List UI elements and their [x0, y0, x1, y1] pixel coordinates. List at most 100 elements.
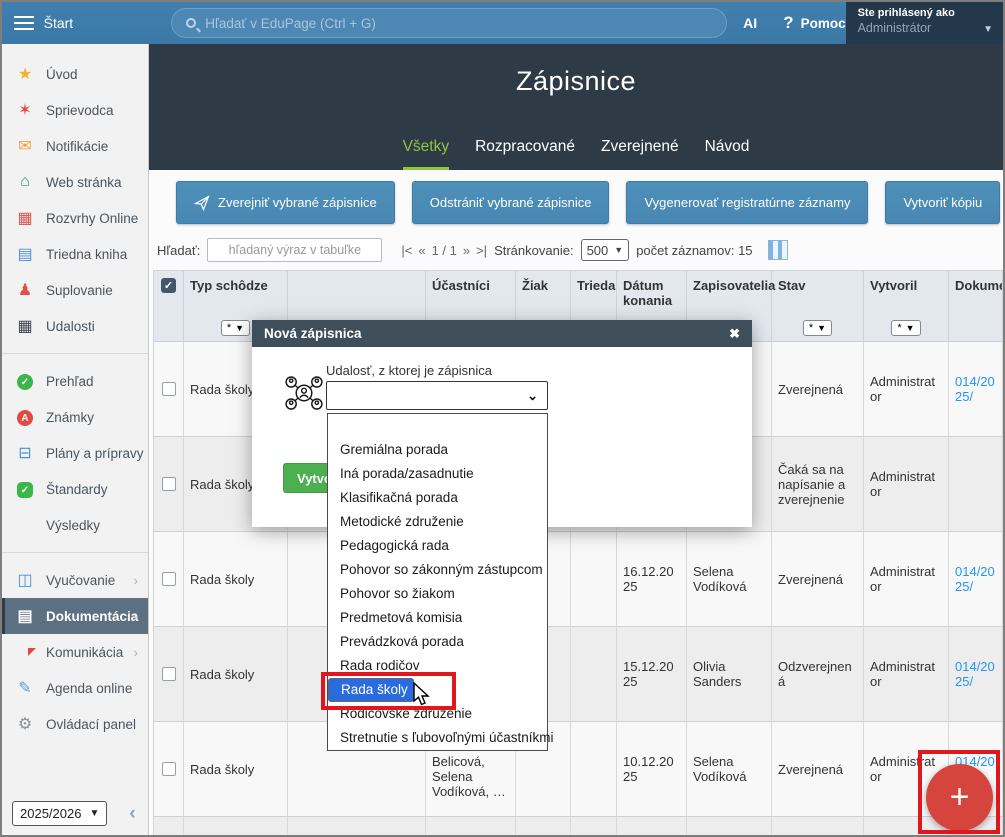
school-year-select[interactable]: 2025/2026▼	[12, 801, 107, 826]
table-row: Rada školy15.12.2025Olivia SandersOdzver…	[154, 627, 1003, 722]
tab-zverejnene[interactable]: Zverejnené	[601, 138, 679, 170]
event-type-option[interactable]: Metodické združenie	[328, 510, 547, 534]
sidebar-item-suplovanie[interactable]: ♟Suplovanie	[2, 272, 148, 308]
cell-trieda	[571, 627, 617, 722]
row-checkbox[interactable]	[162, 382, 176, 396]
event-type-option[interactable]: Rodičovské združenie	[328, 702, 547, 726]
pagination-first[interactable]: |<	[401, 243, 412, 258]
page-size-select[interactable]: 500▼	[581, 239, 630, 261]
filter-stav-select[interactable]: *▼	[803, 320, 832, 336]
chevron-down-icon: ⌄	[527, 388, 538, 404]
event-type-option[interactable]: Rada rodičov	[328, 654, 547, 678]
sidebar-item-rozvrhy[interactable]: ▦Rozvrhy Online	[2, 200, 148, 236]
agenda-pen-icon: ✎	[15, 678, 35, 698]
paging-label: Stránkovanie:	[494, 243, 574, 258]
sidebar-item-agenda[interactable]: ✎Agenda online	[2, 670, 148, 706]
event-type-option[interactable]: Stretnutie s ľubovoľnými účastníkmi	[328, 726, 547, 750]
sidebar-item-udalosti[interactable]: ▦Udalosti	[2, 308, 148, 344]
cell-ucastnici: Mária	[426, 817, 516, 835]
event-type-option[interactable]: Gremiálna porada	[328, 438, 547, 462]
table-search-input[interactable]: hľadaný výraz v tabuľke	[207, 238, 382, 262]
cell-stav: Zverejnená	[772, 722, 864, 817]
header-cell: Vytvoril	[864, 271, 949, 315]
row-checkbox[interactable]	[162, 762, 176, 776]
publish-selected-button[interactable]: Zverejniť vybrané zápisnice	[176, 181, 395, 224]
user-role-label: Ste prihlásený ako	[858, 7, 993, 19]
documentation-icon: ▤	[15, 606, 35, 626]
sidebar-item-sprievodca[interactable]: ✶Sprievodca	[2, 92, 148, 128]
sidebar-item-komunikacia[interactable]: Komunikácia›	[2, 634, 148, 670]
pagination-last[interactable]: >|	[476, 243, 487, 258]
pagination-prev[interactable]: «	[418, 243, 425, 258]
filter-typ-schodze-select[interactable]: *▼	[221, 320, 250, 336]
records-count-label: počet záznamov: 15	[636, 243, 752, 258]
search-label: Hľadať:	[157, 243, 200, 258]
sidebar-item-prehlad[interactable]: ✓Prehľad	[2, 363, 148, 399]
sidebar-item-dokumentacia[interactable]: ▤Dokumentácia›	[2, 598, 148, 634]
event-type-select[interactable]: ⌄	[326, 381, 548, 410]
sidebar-item-web-stranka[interactable]: ⌂Web stránka	[2, 164, 148, 200]
chevron-right-icon: ›	[134, 645, 138, 660]
tab-rozpracovane[interactable]: Rozpracované	[475, 138, 575, 170]
user-name: Administrátor	[858, 21, 993, 35]
header-cell: Stav	[772, 271, 864, 315]
pagination-next[interactable]: »	[463, 243, 470, 258]
event-type-option[interactable]: Pohovor so žiakom	[328, 582, 547, 606]
event-type-option[interactable]: Pohovor so zákonným zástupcom	[328, 558, 547, 582]
menu-icon[interactable]	[14, 16, 34, 30]
sidebar-item-notifikacie[interactable]: ✉Notifikácie	[2, 128, 148, 164]
sidebar-item-triedna-kniha[interactable]: ▤Triedna kniha	[2, 236, 148, 272]
sidebar-item-vyucovanie[interactable]: ◫Vyučovanie›	[2, 562, 148, 598]
chevron-down-icon: ▼	[983, 24, 993, 35]
select-all-checkbox[interactable]: ✓	[161, 278, 176, 293]
sidebar-item-uvod[interactable]: ★Úvod	[2, 56, 148, 92]
start-menu[interactable]: Štart	[44, 15, 74, 31]
row-checkbox[interactable]	[162, 477, 176, 491]
event-field-label: Udalosť, z ktorej je zápisnica	[326, 363, 492, 378]
table-row: Mária	[154, 817, 1003, 835]
sidebar-item-ovladaci-panel[interactable]: ⚙Ovládací panel	[2, 706, 148, 742]
cell-zapisovatelia: Selena Vodíková	[687, 532, 772, 627]
collapse-sidebar-icon[interactable]: ‹	[129, 803, 135, 825]
cell-stav: Čaká sa na napísanie a zverejnenie	[772, 437, 864, 532]
event-type-option[interactable]: Iná porada/zasadnutie	[328, 462, 547, 486]
filter-vytvoril-select[interactable]: *▼	[891, 320, 920, 336]
help-button[interactable]: ? Pomoc	[783, 13, 845, 33]
cell-stav: Zverejnená	[772, 532, 864, 627]
event-type-option[interactable]	[328, 414, 547, 438]
header-cell: Zapisovatelia	[687, 271, 772, 315]
settings-gear-icon: ⚙	[15, 714, 35, 734]
header-cell-checkbox: ✓	[154, 271, 184, 315]
cell-trieda	[571, 532, 617, 627]
sidebar-item-znamky[interactable]: AZnámky	[2, 399, 148, 435]
document-link[interactable]: 014/2025/	[955, 564, 996, 594]
event-type-option[interactable]: Pedagogická rada	[328, 534, 547, 558]
create-copy-button[interactable]: Vytvoriť kópiu	[885, 181, 1000, 224]
chevron-down-icon: ▼	[89, 808, 99, 819]
event-type-option[interactable]: Rada školy	[328, 678, 414, 702]
close-icon[interactable]: ✖	[729, 326, 740, 342]
row-checkbox[interactable]	[162, 667, 176, 681]
event-type-option[interactable]: Klasifikačná porada	[328, 486, 547, 510]
cell-checkbox	[154, 532, 184, 627]
column-settings-icon[interactable]	[768, 240, 788, 260]
add-record-button[interactable]: +	[926, 764, 993, 831]
filter-bar: Hľadať: hľadaný výraz v tabuľke |< « 1 /…	[149, 224, 1003, 270]
sidebar-item-plany[interactable]: ⊟Plány a prípravy	[2, 435, 148, 471]
user-menu[interactable]: Ste prihlásený ako Administrátor ▼	[846, 2, 1003, 44]
tab-vsetky[interactable]: Všetky	[403, 138, 450, 170]
event-type-option[interactable]: Predmetová komisia	[328, 606, 547, 630]
tab-navod[interactable]: Návod	[705, 138, 750, 170]
document-link[interactable]: 014/2025/	[955, 374, 996, 404]
sidebar-item-standardy[interactable]: ✓Štandardy	[2, 471, 148, 507]
header-cell: Dokument	[949, 271, 1003, 315]
row-checkbox[interactable]	[162, 572, 176, 586]
generate-registry-button[interactable]: Vygenerovať registratúrne záznamy	[626, 181, 868, 224]
substitution-icon: ♟	[15, 280, 35, 300]
sidebar-item-vysledky[interactable]: Výsledky	[2, 507, 148, 543]
event-type-option[interactable]: Prevádzková porada	[328, 630, 547, 654]
ai-button[interactable]: AI	[743, 15, 757, 31]
delete-selected-button[interactable]: Odstrániť vybrané zápisnice	[412, 181, 610, 224]
global-search-input[interactable]: Hľadať v EduPage (Ctrl + G)	[171, 8, 727, 38]
document-link[interactable]: 014/2025/	[955, 659, 996, 689]
